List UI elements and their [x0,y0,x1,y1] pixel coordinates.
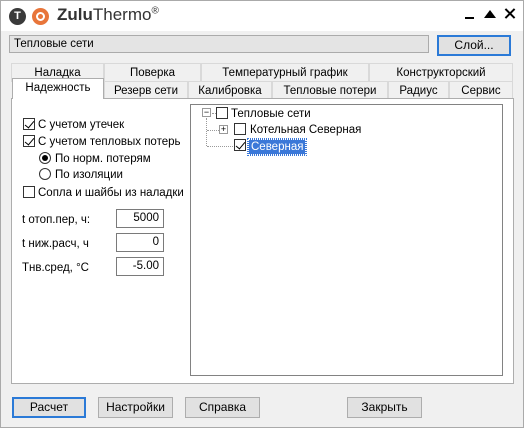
tab-constructor[interactable]: Конструкторский [369,63,513,82]
logo-t-icon: T [9,8,26,25]
maximize-icon [484,10,496,18]
close-button[interactable]: Закрыть [347,397,422,418]
tree-child2-label[interactable]: Северная [246,138,308,156]
radio-insulation[interactable] [39,168,51,180]
settings-button[interactable]: Настройки [98,397,173,418]
leaks-label: С учетом утечек [38,119,125,131]
layer-field: Тепловые сети [9,35,429,53]
radio-insulation-label: По изоляции [55,169,123,181]
app-title: ZuluThermo® [57,5,159,25]
leaks-checkbox[interactable] [23,118,35,130]
help-button[interactable]: Справка [185,397,260,418]
calc-button[interactable]: Расчет [12,397,86,418]
tree-connector [206,118,207,146]
tree-child1-label[interactable]: Котельная Северная [250,123,361,137]
close-window-button[interactable] [503,7,517,21]
tab-temp-graph[interactable]: Температурный график [201,63,369,82]
tree-child1-expand-icon[interactable]: + [219,125,228,134]
nozzles-label: Сопла и шайбы из наладки [38,187,184,199]
app-title-rest: Thermo [92,5,152,24]
title-bar: T ZuluThermo® [1,1,523,31]
main-window: T ZuluThermo® Тепловые сети Слой... Нала… [0,0,524,428]
maximize-button[interactable] [483,7,497,21]
radio-norm-label: По норм. потерям [55,153,151,165]
tree-connector [207,130,219,131]
t-lower-input[interactable]: 0 [116,233,164,252]
heat-losses-label: С учетом тепловых потерь [38,136,181,148]
layer-button[interactable]: Слой... [437,35,511,56]
app-title-bold: Zulu [57,5,93,24]
tree-root-collapse-icon[interactable]: − [202,108,211,117]
t-avg-label: Тнв.сред, °С [22,262,89,274]
t-avg-input[interactable]: -5.00 [116,257,164,276]
nozzles-checkbox[interactable] [23,186,35,198]
tree-root-label[interactable]: Тепловые сети [231,107,311,121]
tree-child2-checkbox[interactable] [234,139,246,151]
tab-reliability[interactable]: Надежность [12,78,104,99]
heat-losses-checkbox[interactable] [23,135,35,147]
radio-norm-losses[interactable] [39,152,51,164]
tree-child1-checkbox[interactable] [234,123,246,135]
t-heating-label: t отоп.пер, ч: [22,214,91,226]
tree-root-checkbox[interactable] [216,107,228,119]
tab-poverka[interactable]: Поверка [104,63,201,82]
logo-o-icon [32,8,49,25]
t-heating-input[interactable]: 5000 [116,209,164,228]
minimize-button[interactable] [463,7,477,21]
trademark: ® [151,5,159,17]
tree-connector [207,146,233,147]
t-lower-label: t ниж.расч, ч [22,238,89,250]
